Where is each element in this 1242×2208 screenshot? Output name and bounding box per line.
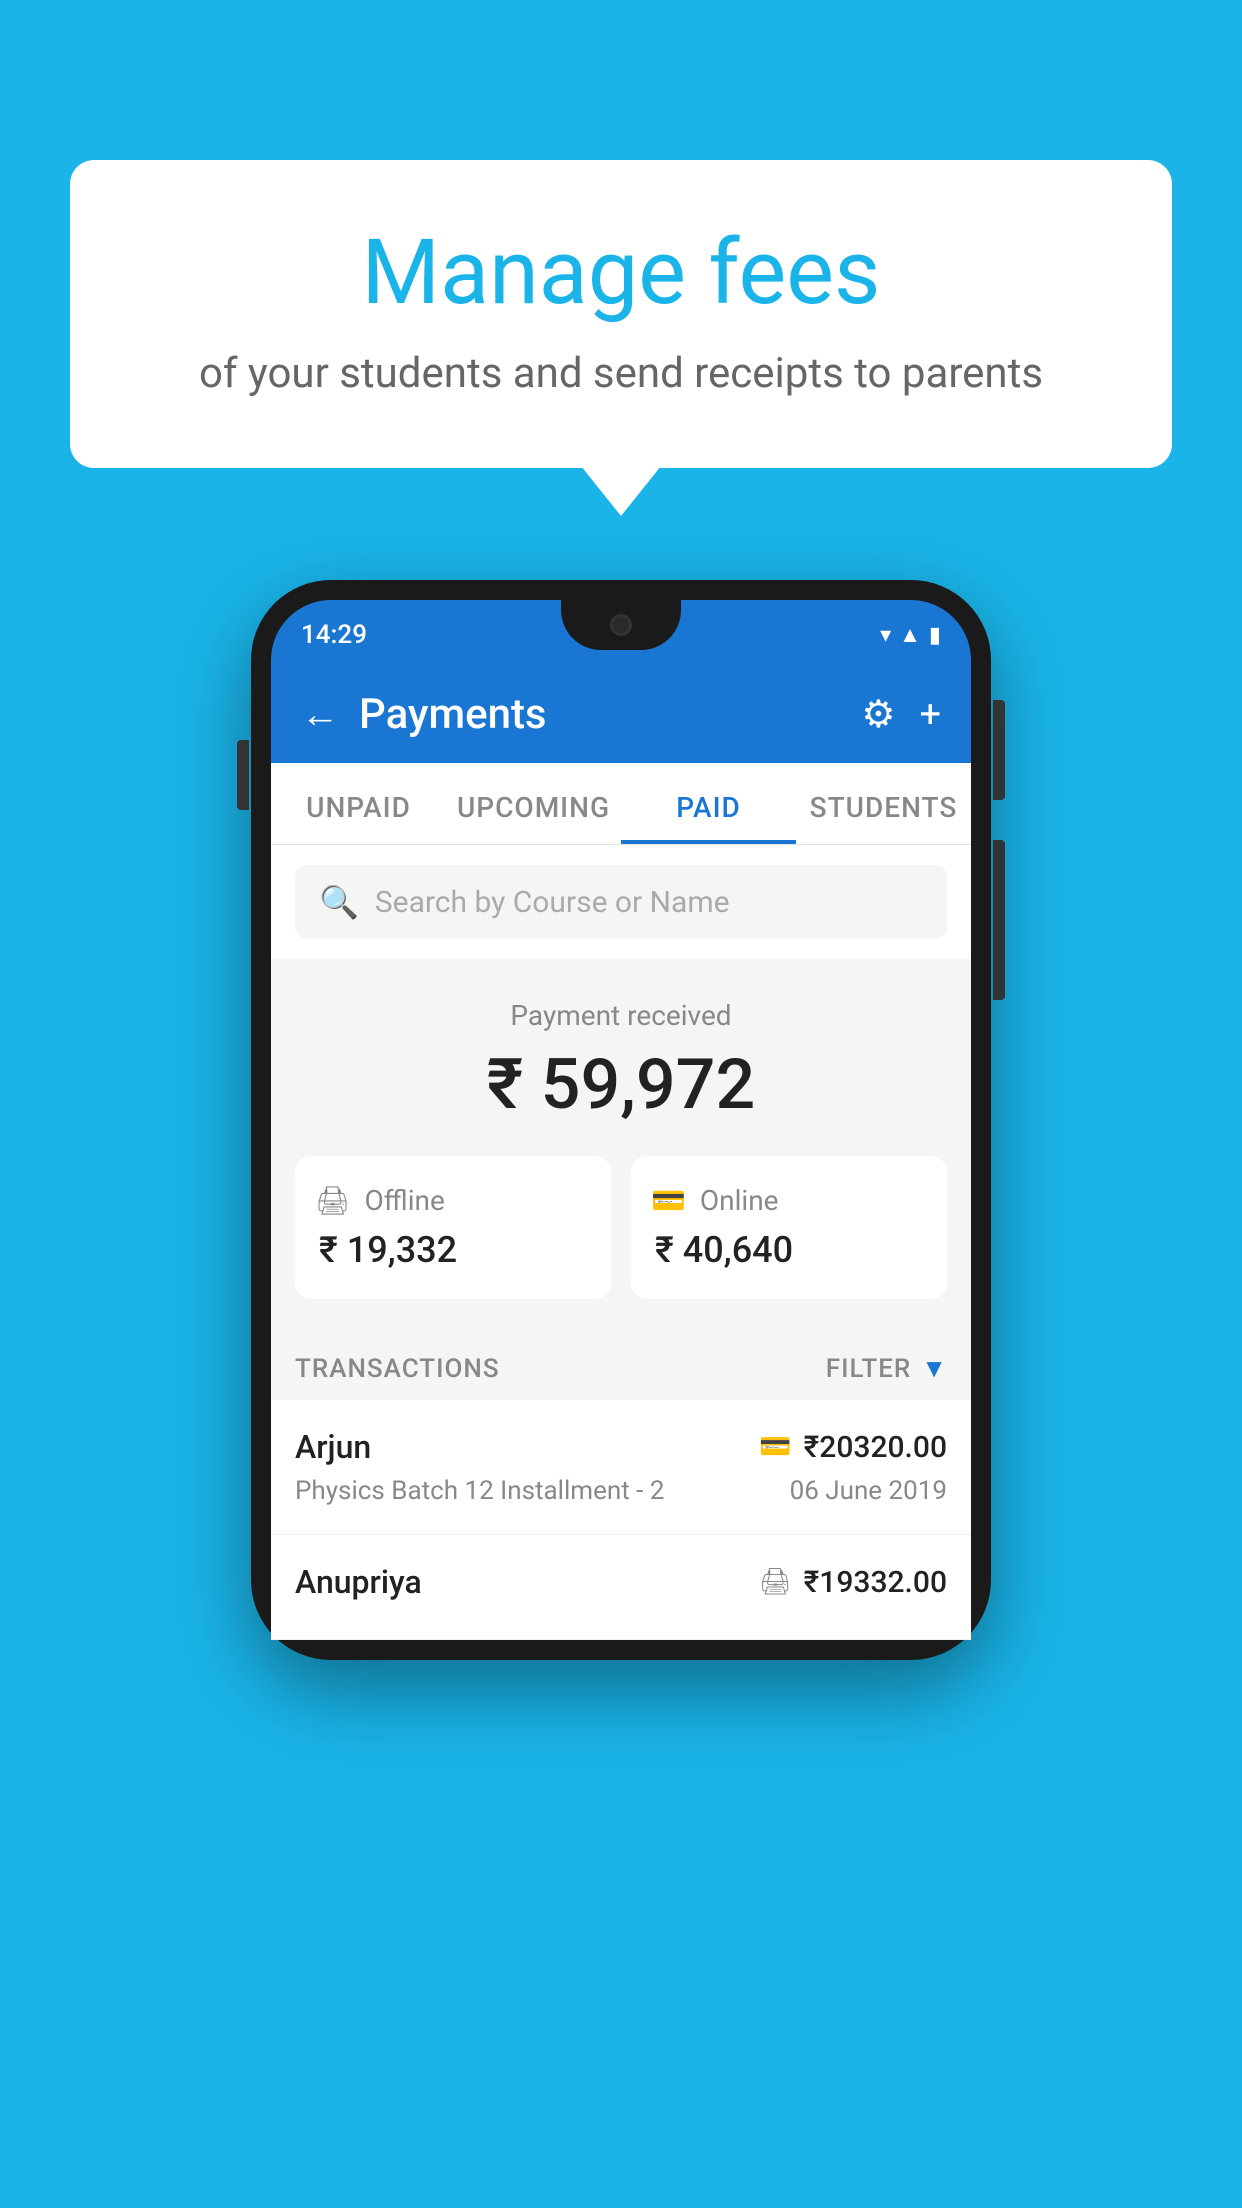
online-amount: ₹ 40,640	[651, 1229, 927, 1271]
camera	[610, 614, 632, 636]
battery-icon: ▮	[929, 623, 941, 648]
transaction-row-bottom: Physics Batch 12 Installment - 2 06 June…	[295, 1476, 947, 1506]
payment-cards: 🖨 Offline ₹ 19,332 💳 Online ₹ 40,640	[295, 1156, 947, 1299]
transaction-row-top: Anupriya 🖨 ₹19332.00	[295, 1563, 947, 1601]
phone-volume-button	[237, 740, 249, 810]
signal-icon: ▲	[899, 622, 921, 648]
payment-summary: Payment received ₹ 59,972 🖨 Offline ₹ 19…	[271, 959, 971, 1329]
transaction-course: Physics Batch 12 Installment - 2	[295, 1476, 664, 1506]
transactions-label: TRANSACTIONS	[295, 1354, 500, 1384]
tab-students[interactable]: STUDENTS	[796, 763, 971, 844]
search-icon: 🔍	[319, 883, 359, 921]
online-label: Online	[700, 1184, 779, 1217]
transaction-amount-container: 💳 ₹20320.00	[759, 1430, 947, 1465]
back-button[interactable]: ←	[301, 693, 339, 737]
offline-card-header: 🖨 Offline	[315, 1184, 591, 1217]
online-payment-card: 💳 Online ₹ 40,640	[631, 1156, 947, 1299]
transaction-row-top: Arjun 💳 ₹20320.00	[295, 1428, 947, 1466]
tab-unpaid[interactable]: UNPAID	[271, 763, 446, 844]
online-icon: 💳	[651, 1184, 686, 1217]
transaction-amount: ₹19332.00	[804, 1565, 947, 1600]
app-header: ← Payments ⚙ +	[271, 670, 971, 763]
transaction-amount: ₹20320.00	[804, 1430, 947, 1465]
status-icons: ▾ ▲ ▮	[880, 622, 941, 648]
phone-side-button-bottom	[993, 840, 1005, 1000]
add-button[interactable]: +	[919, 693, 941, 737]
header-right: ⚙ +	[861, 692, 941, 737]
offline-icon: 🖨	[315, 1184, 351, 1217]
header-left: ← Payments	[301, 690, 547, 739]
payment-total-amount: ₹ 59,972	[295, 1044, 947, 1126]
search-container: 🔍 Search by Course or Name	[271, 845, 971, 959]
online-card-header: 💳 Online	[651, 1184, 927, 1217]
status-time: 14:29	[301, 620, 367, 650]
filter-container[interactable]: FILTER ▼	[826, 1353, 947, 1384]
wifi-icon: ▾	[880, 623, 891, 648]
transaction-date: 06 June 2019	[790, 1476, 947, 1506]
tab-upcoming[interactable]: UPCOMING	[446, 763, 621, 844]
offline-payment-card: 🖨 Offline ₹ 19,332	[295, 1156, 611, 1299]
speech-bubble-wrapper: Manage fees of your students and send re…	[70, 160, 1172, 468]
search-input[interactable]: Search by Course or Name	[375, 885, 730, 920]
speech-bubble-headline: Manage fees	[150, 220, 1092, 325]
filter-icon: ▼	[921, 1353, 947, 1384]
tab-paid[interactable]: PAID	[621, 763, 796, 844]
phone-power-button	[993, 700, 1005, 800]
transaction-amount-container: 🖨 ₹19332.00	[759, 1565, 947, 1600]
transactions-header: TRANSACTIONS FILTER ▼	[271, 1329, 971, 1400]
phone-device: 14:29 ▾ ▲ ▮ ← Payments ⚙ + UNPAI	[251, 580, 991, 1660]
speech-bubble: Manage fees of your students and send re…	[70, 160, 1172, 468]
filter-label: FILTER	[826, 1354, 911, 1384]
table-row[interactable]: Arjun 💳 ₹20320.00 Physics Batch 12 Insta…	[271, 1400, 971, 1535]
offline-amount: ₹ 19,332	[315, 1229, 591, 1271]
phone-frame: 14:29 ▾ ▲ ▮ ← Payments ⚙ + UNPAI	[251, 580, 991, 1660]
table-row[interactable]: Anupriya 🖨 ₹19332.00	[271, 1535, 971, 1640]
transaction-type-icon: 🖨	[759, 1567, 792, 1597]
transaction-name: Arjun	[295, 1428, 371, 1466]
transaction-name: Anupriya	[295, 1563, 422, 1601]
phone-notch	[561, 600, 681, 650]
search-bar[interactable]: 🔍 Search by Course or Name	[295, 865, 947, 939]
offline-label: Offline	[365, 1184, 445, 1217]
screen-content: 🔍 Search by Course or Name Payment recei…	[271, 845, 971, 1640]
page-title: Payments	[359, 690, 547, 739]
payment-received-label: Payment received	[295, 999, 947, 1032]
tabs-container: UNPAID UPCOMING PAID STUDENTS	[271, 763, 971, 845]
transaction-type-icon: 💳	[759, 1432, 791, 1462]
status-bar: 14:29 ▾ ▲ ▮	[271, 600, 971, 670]
settings-button[interactable]: ⚙	[861, 692, 895, 737]
speech-bubble-subtext: of your students and send receipts to pa…	[150, 349, 1092, 398]
